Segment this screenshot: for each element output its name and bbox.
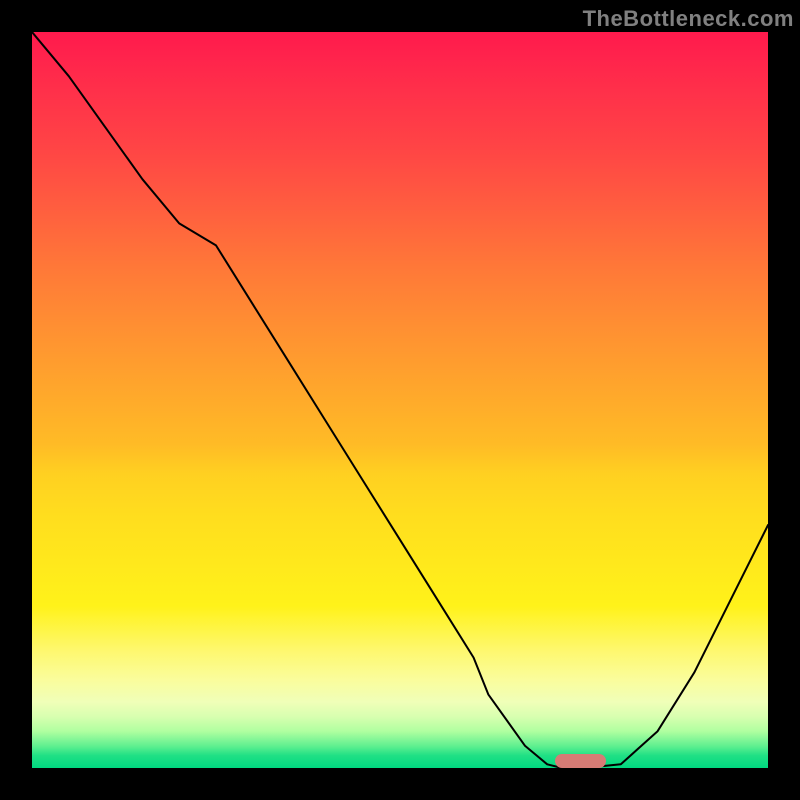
curve-svg: [32, 32, 768, 768]
optimal-marker: [555, 754, 607, 768]
plot-area: [32, 32, 768, 768]
watermark-text: TheBottleneck.com: [583, 6, 794, 32]
chart-frame: TheBottleneck.com: [0, 0, 800, 800]
bottleneck-curve: [32, 32, 768, 768]
